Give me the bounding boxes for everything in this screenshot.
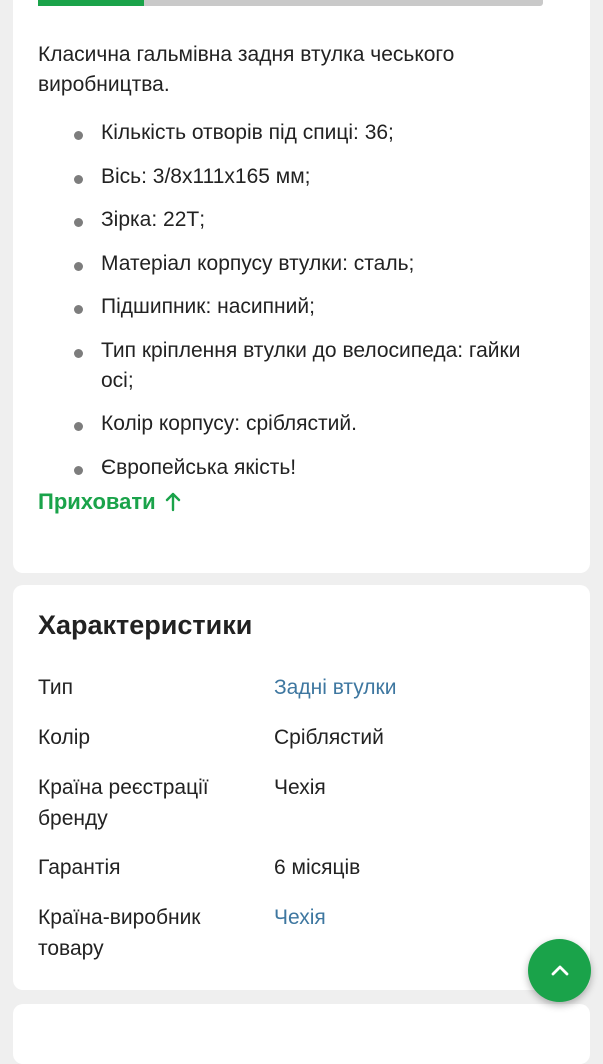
spec-value-link[interactable]: Задні втулки bbox=[274, 672, 554, 703]
list-item: Європейська якість! bbox=[38, 453, 553, 483]
list-item-text: Матеріал корпусу втулки: сталь; bbox=[101, 251, 415, 275]
list-item: Підшипник: насипний; bbox=[38, 292, 553, 322]
list-item: Тип кріплення втулки до велосипеда: гайк… bbox=[38, 336, 553, 396]
image-progress-fill bbox=[38, 0, 145, 6]
list-item: Кількість отворів під спиці: 36; bbox=[38, 118, 553, 148]
specs-title: Характеристики bbox=[38, 610, 253, 640]
specs-card: Характеристики Тип Задні втулки Колір Ср… bbox=[13, 585, 590, 990]
spec-value: Чехія bbox=[274, 776, 326, 799]
spec-label: Тип bbox=[38, 676, 74, 699]
list-item-text: Колір корпусу: сріблястий. bbox=[101, 412, 357, 435]
bullet-dot bbox=[74, 305, 83, 314]
list-item: Вісь: 3/8х111х165 мм; bbox=[38, 162, 553, 192]
spec-value: Сріблястий bbox=[274, 726, 384, 749]
spec-label: Гарантія bbox=[38, 856, 121, 879]
list-item-text: Вісь: 3/8х111х165 мм; bbox=[101, 164, 311, 188]
list-item-text: Тип кріплення втулки до велосипеда: гайк… bbox=[101, 338, 521, 392]
spec-value: 6 місяців bbox=[274, 856, 361, 879]
description-intro: Класична гальмівна задня втулка чеського… bbox=[38, 43, 455, 96]
bullet-dot bbox=[74, 348, 83, 358]
scroll-to-top-button[interactable] bbox=[528, 939, 591, 1002]
bullet-dot bbox=[74, 261, 83, 271]
spec-label: Колір bbox=[38, 726, 91, 749]
image-progress-track bbox=[38, 0, 543, 6]
spec-value-link[interactable]: Чехія bbox=[274, 902, 554, 933]
spec-label: Країна реєстрації бренду bbox=[38, 776, 209, 830]
list-item-text: Зірка: 22Т; bbox=[101, 208, 206, 231]
list-item-text: Кількість отворів під спиці: 36; bbox=[101, 121, 394, 144]
chevron-up-icon bbox=[551, 965, 568, 975]
arrow-up-icon bbox=[165, 492, 180, 512]
list-item: Матеріал корпусу втулки: сталь; bbox=[38, 249, 553, 279]
bullet-dot bbox=[74, 465, 83, 475]
list-item-text: Підшипник: насипний; bbox=[101, 295, 315, 318]
spec-label: Країна-виробник товару bbox=[38, 906, 201, 960]
hide-description-label: Приховати bbox=[38, 489, 156, 514]
bullet-dot bbox=[74, 131, 83, 140]
description-card: Класична гальмівна задня втулка чеського… bbox=[13, 0, 590, 573]
bullet-dot bbox=[74, 174, 83, 184]
list-item: Колір корпусу: сріблястий. bbox=[38, 409, 553, 439]
next-card bbox=[13, 1004, 590, 1064]
list-item-text: Європейська якість! bbox=[101, 455, 297, 479]
list-item: Зірка: 22Т; bbox=[38, 205, 553, 235]
feature-list: Кількість отворів під спиці: 36; Вісь: 3… bbox=[38, 118, 553, 496]
bullet-dot bbox=[74, 218, 83, 227]
bullet-dot bbox=[74, 422, 83, 431]
hide-description-button[interactable]: Приховати bbox=[38, 489, 182, 515]
